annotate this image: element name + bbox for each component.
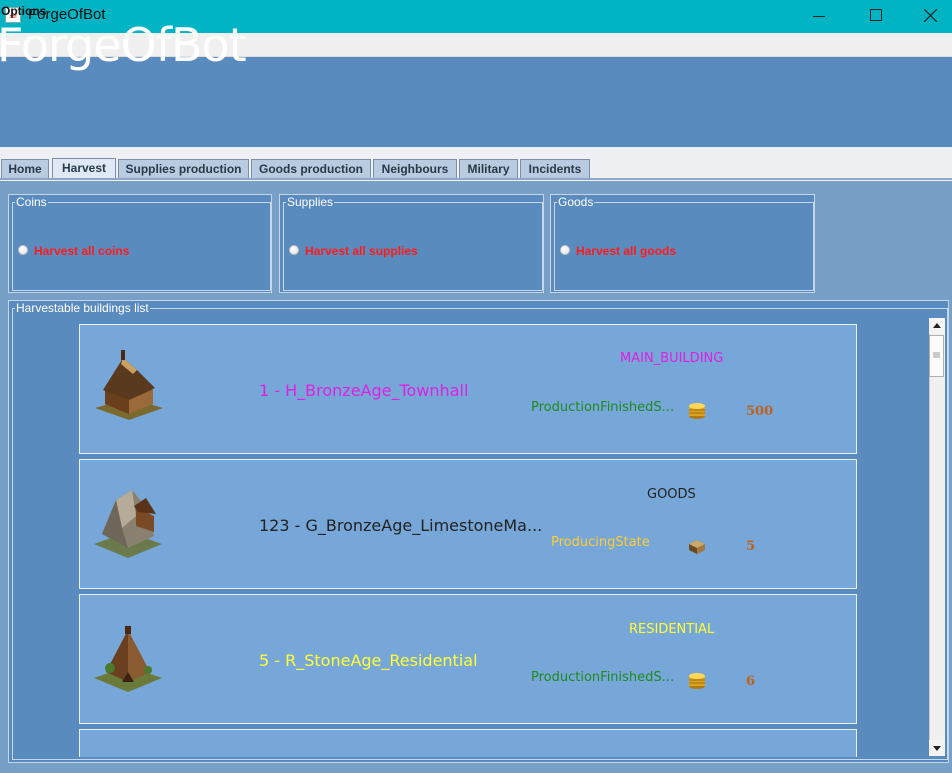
building-type: MAIN_BUILDING [620, 351, 724, 366]
tab-military[interactable]: Military [459, 159, 518, 178]
supplies-group-title: Supplies [286, 195, 335, 209]
limestone-mason-building-image [92, 486, 164, 562]
building-state: ProductionFinishedS... [531, 400, 675, 415]
tab-harvest[interactable]: Harvest [52, 158, 116, 179]
tab-supplies-production[interactable]: Supplies production [118, 159, 249, 178]
coins-group-title: Coins [15, 195, 48, 209]
building-amount: 5 [746, 539, 756, 554]
menu-options[interactable]: Options [1, 4, 46, 18]
building-card[interactable] [79, 729, 857, 757]
scroll-thumb[interactable] [929, 335, 944, 377]
minimize-button[interactable] [796, 0, 842, 33]
harvest-supplies-radio[interactable] [289, 245, 299, 255]
coins-icon [687, 671, 707, 695]
close-icon [924, 9, 937, 22]
chevron-up-icon [933, 323, 941, 328]
harvest-coins-label[interactable]: Harvest all coins [34, 244, 129, 258]
residential-building-image [92, 624, 164, 698]
tab-neighbours[interactable]: Neighbours [373, 159, 457, 178]
buildings-list-scrollbar[interactable] [929, 318, 945, 756]
harvest-goods-label[interactable]: Harvest all goods [576, 244, 676, 258]
building-amount: 6 [746, 674, 756, 689]
tab-home[interactable]: Home [1, 159, 49, 178]
building-name: 5 - R_StoneAge_Residential [259, 651, 478, 670]
maximize-button[interactable] [852, 0, 898, 33]
tab-divider [0, 178, 952, 180]
tab-incidents[interactable]: Incidents [520, 159, 590, 178]
townhall-building-image [93, 350, 165, 426]
app-heading: ForgeOfBot [0, 18, 247, 72]
harvest-coins-radio[interactable] [18, 245, 28, 255]
grip-icon [933, 352, 940, 358]
chevron-down-icon [933, 746, 941, 751]
goods-group-title: Goods [557, 195, 595, 209]
building-state: ProductionFinishedS... [531, 670, 675, 685]
building-state: ProducingState [551, 535, 650, 550]
buildings-list-title: Harvestable buildings list [15, 301, 150, 315]
scroll-down-button[interactable] [929, 740, 945, 756]
harvest-supplies-label[interactable]: Harvest all supplies [305, 244, 418, 258]
building-type: GOODS [647, 487, 696, 502]
close-button[interactable] [908, 0, 952, 33]
building-type: RESIDENTIAL [629, 622, 715, 637]
coins-icon [687, 401, 707, 425]
building-name: 1 - H_BronzeAge_Townhall [259, 381, 469, 400]
goods-crate-icon [687, 536, 707, 560]
scroll-up-button[interactable] [929, 318, 945, 334]
building-amount: 500 [746, 404, 774, 419]
building-name: 123 - G_BronzeAge_LimestoneMa... [259, 516, 543, 535]
harvest-goods-radio[interactable] [560, 245, 570, 255]
tab-goods-production[interactable]: Goods production [251, 159, 371, 178]
